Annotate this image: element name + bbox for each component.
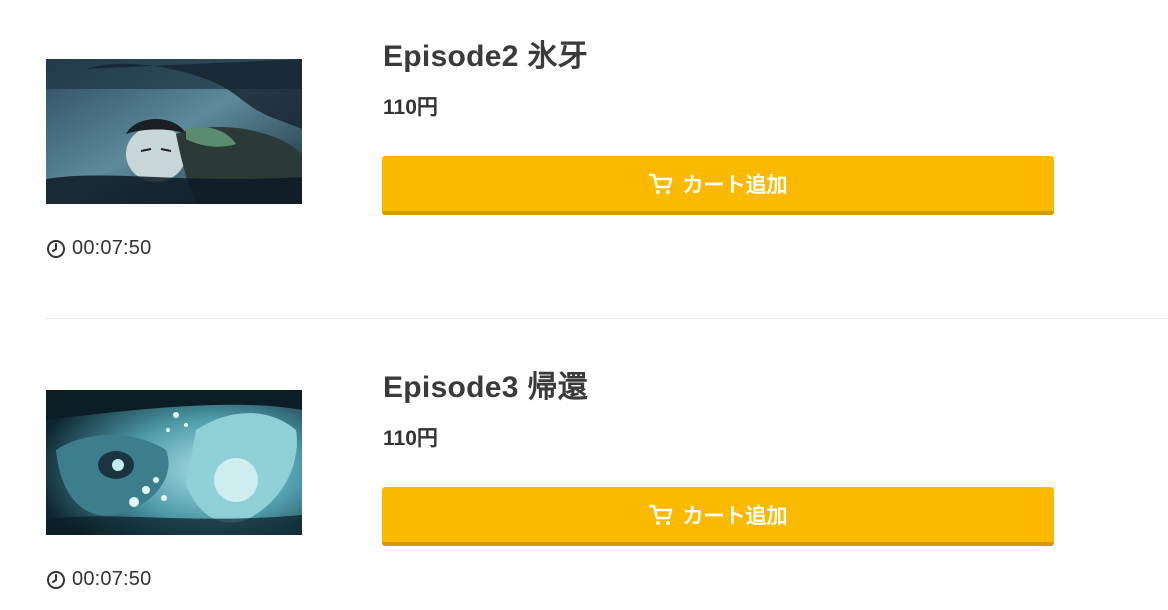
clock-icon	[46, 239, 66, 259]
add-to-cart-label: カート追加	[682, 173, 788, 197]
episode-duration: 00:07:50	[46, 568, 151, 591]
clock-icon	[46, 570, 66, 590]
episode-price: 110円	[383, 96, 438, 119]
episode-list: 00:07:50 Episode2 氷牙 110円 カート追加 00:07:50…	[0, 0, 1168, 610]
episode-title: Episode2 氷牙	[383, 40, 589, 73]
divider	[46, 318, 1168, 319]
add-to-cart-label: カート追加	[682, 504, 788, 528]
duration-text: 00:07:50	[72, 568, 152, 590]
add-to-cart-button[interactable]: カート追加	[382, 487, 1054, 546]
add-to-cart-button[interactable]: カート追加	[382, 156, 1054, 215]
episode-duration: 00:07:50	[46, 237, 151, 260]
cart-icon	[648, 173, 673, 195]
episode-thumbnail[interactable]	[46, 390, 302, 535]
episode-price: 110円	[383, 427, 438, 450]
duration-text: 00:07:50	[72, 237, 152, 259]
cart-icon	[648, 504, 673, 526]
episode-title: Episode3 帰還	[383, 371, 589, 404]
episode-thumbnail[interactable]	[46, 59, 302, 204]
